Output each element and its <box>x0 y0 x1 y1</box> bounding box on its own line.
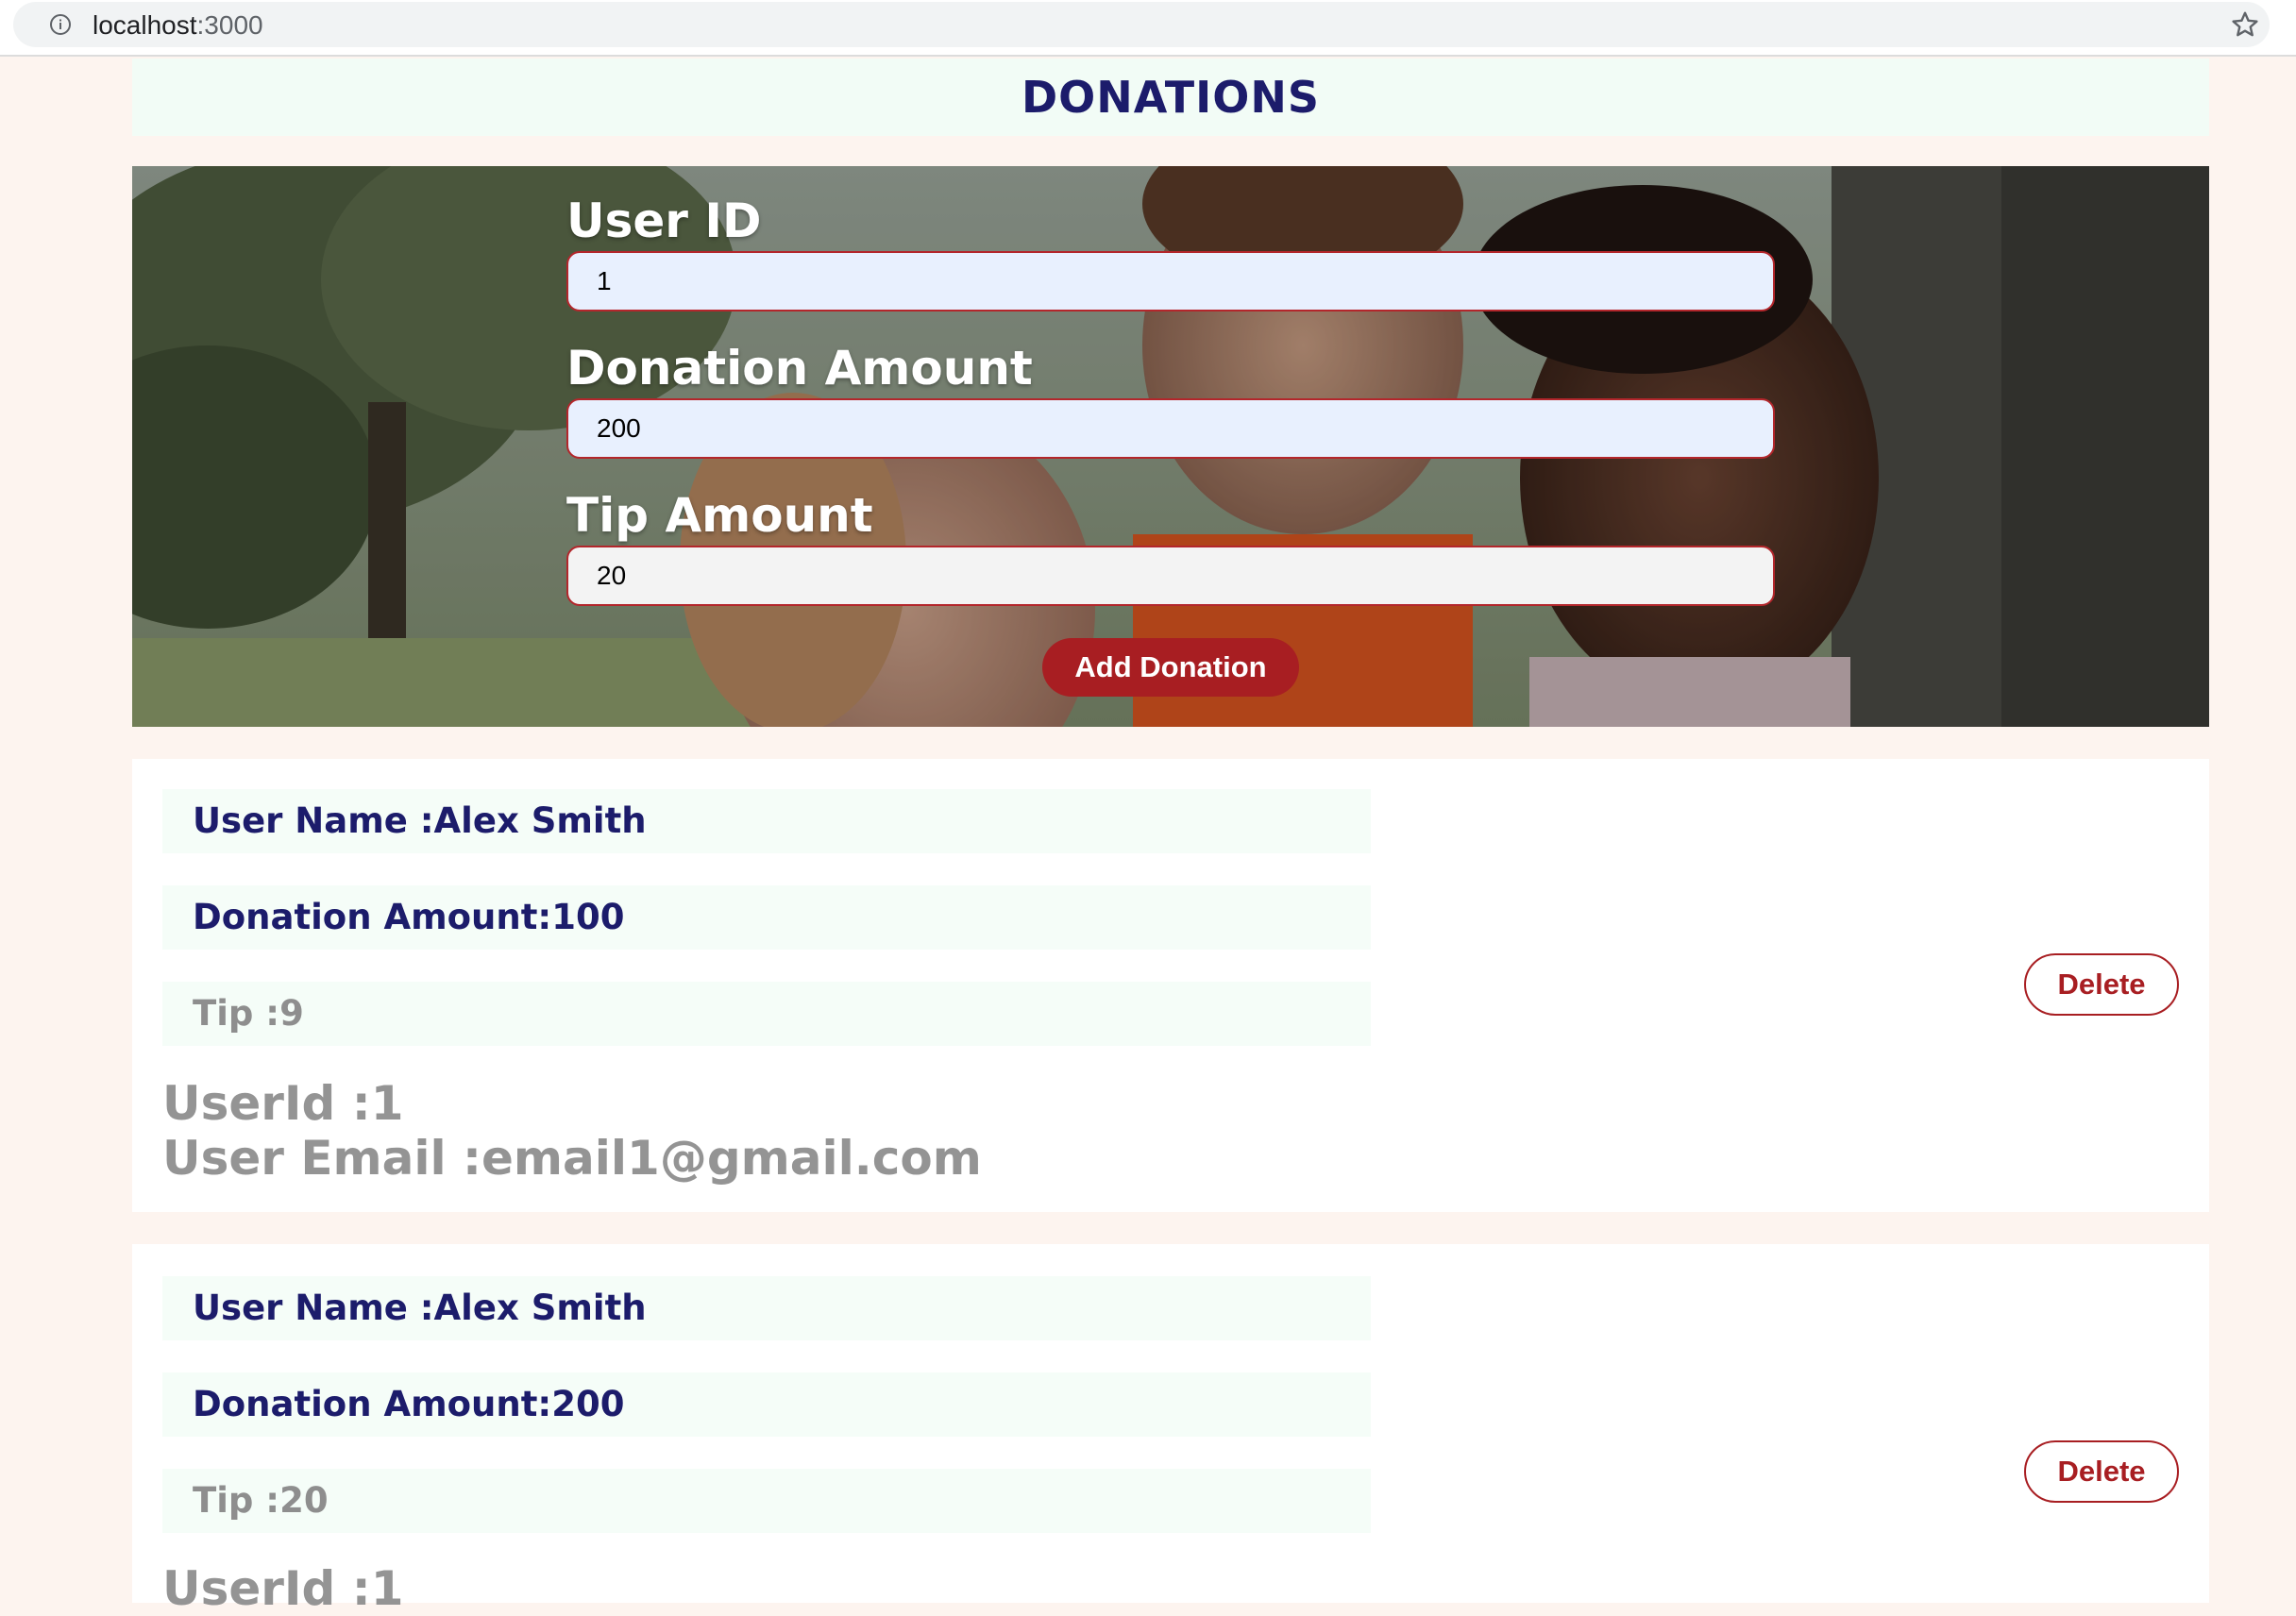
user-id-input[interactable] <box>566 251 1775 311</box>
url-port: :3000 <box>196 10 263 40</box>
delete-button[interactable]: Delete <box>2024 1440 2179 1503</box>
tip-row: Tip :9 <box>162 982 1371 1046</box>
tip-amount-label: Tip Amount <box>566 488 873 543</box>
donation-card: User Name :Alex Smith Donation Amount:10… <box>132 759 2209 1212</box>
user-name-row: User Name :Alex Smith <box>162 789 1371 853</box>
tip-row: Tip :20 <box>162 1469 1371 1533</box>
donation-amount-row: Donation Amount:200 <box>162 1372 1371 1437</box>
user-name-row: User Name :Alex Smith <box>162 1276 1371 1340</box>
user-id-label: User ID <box>566 194 762 248</box>
url-field[interactable]: localhost:3000 <box>13 2 2270 47</box>
user-id-text: UserId :1 <box>162 1076 404 1131</box>
tip-amount-input[interactable] <box>566 546 1775 606</box>
donation-amount-label: Donation Amount <box>566 341 1033 396</box>
user-id-text: UserId :1 <box>162 1561 404 1616</box>
donation-amount-input[interactable] <box>566 398 1775 459</box>
info-icon[interactable] <box>49 13 72 36</box>
delete-button[interactable]: Delete <box>2024 953 2179 1016</box>
page-title: DONATIONS <box>1021 72 1321 123</box>
add-donation-button[interactable]: Add Donation <box>1042 638 1299 697</box>
star-icon[interactable] <box>2230 9 2260 40</box>
donation-form-hero: User ID Donation Amount Tip Amount Add D… <box>132 166 2209 727</box>
donation-amount-row: Donation Amount:100 <box>162 885 1371 950</box>
page-header: DONATIONS <box>132 59 2209 136</box>
url-host: localhost <box>93 10 197 40</box>
user-email-text: User Email :email1@gmail.com <box>162 1131 982 1186</box>
donation-card: User Name :Alex Smith Donation Amount:20… <box>132 1244 2209 1616</box>
browser-address-bar: localhost:3000 <box>0 0 2296 57</box>
url-text[interactable]: localhost:3000 <box>93 9 263 42</box>
